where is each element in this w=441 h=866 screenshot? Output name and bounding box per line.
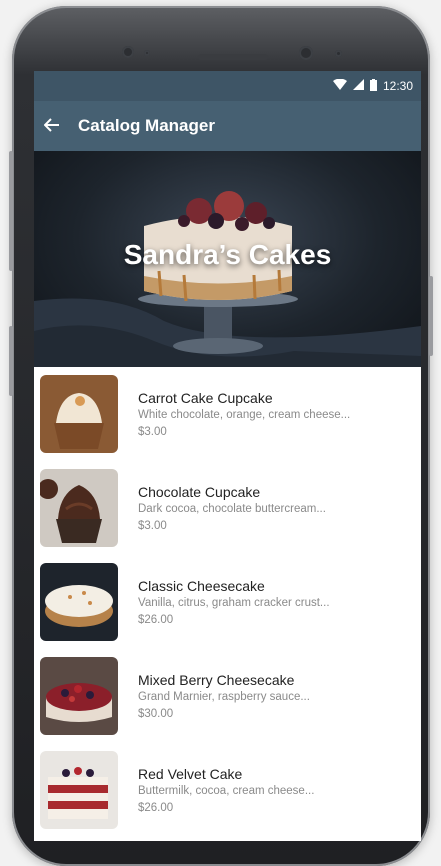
item-description: Dark cocoa, chocolate buttercream... [138,503,326,515]
item-description: Grand Marnier, raspberry sauce... [138,691,310,703]
store-title: Sandra’s Cakes [123,239,332,270]
item-name: Chocolate Cupcake [138,484,261,500]
sensor-icon [122,46,134,58]
sensor-icon [144,50,150,56]
list-item[interactable]: Chocolate Cupcake Dark cocoa, chocolate … [34,461,421,555]
hero-banner: Sandra’s Cakes [34,151,421,367]
item-description: Vanilla, citrus, graham cracker crust... [138,597,330,609]
list-item[interactable]: Carrot Cake Cupcake White chocolate, ora… [34,367,421,461]
app-screen: 12:30 Catalog Manager Sandra’s Cakes Car… [34,71,421,841]
product-thumbnail [40,375,118,453]
item-price: $3.00 [138,426,167,438]
item-price: $3.00 [138,520,167,532]
list-item[interactable]: Classic Cheesecake Vanilla, citrus, grah… [34,555,421,649]
list-item[interactable]: Red Velvet Cake Buttermilk, cocoa, cream… [34,743,421,837]
bixby-button [9,326,13,396]
catalog-list: Carrot Cake Cupcake White chocolate, ora… [34,367,421,837]
sensor-icon [335,50,342,57]
arrow-left-icon[interactable] [43,115,70,138]
item-description: White chocolate, orange, cream cheese... [138,409,351,421]
power-button [429,276,433,356]
wifi-icon [332,78,347,93]
item-name: Red Velvet Cake [138,766,243,782]
item-name: Mixed Berry Cheesecake [138,672,295,688]
front-camera-icon [299,46,313,60]
item-name: Carrot Cake Cupcake [138,390,273,406]
app-bar: Catalog Manager [34,101,421,151]
list-item[interactable]: Mixed Berry Cheesecake Grand Marnier, ra… [34,649,421,743]
product-thumbnail [40,657,118,735]
earpiece-speaker [198,54,268,60]
item-price: $26.00 [138,802,174,814]
status-bar: 12:30 [34,71,421,101]
volume-button [9,151,13,271]
product-thumbnail [40,751,118,829]
item-price: $26.00 [138,614,174,626]
status-time: 12:30 [382,79,413,93]
product-thumbnail [40,563,118,641]
item-name: Classic Cheesecake [138,578,265,594]
product-thumbnail [40,469,118,547]
item-description: Buttermilk, cocoa, cream cheese... [138,785,315,797]
signal-icon [352,79,364,93]
battery-icon [369,78,377,94]
item-price: $30.00 [138,708,174,720]
page-title: Catalog Manager [78,116,215,135]
